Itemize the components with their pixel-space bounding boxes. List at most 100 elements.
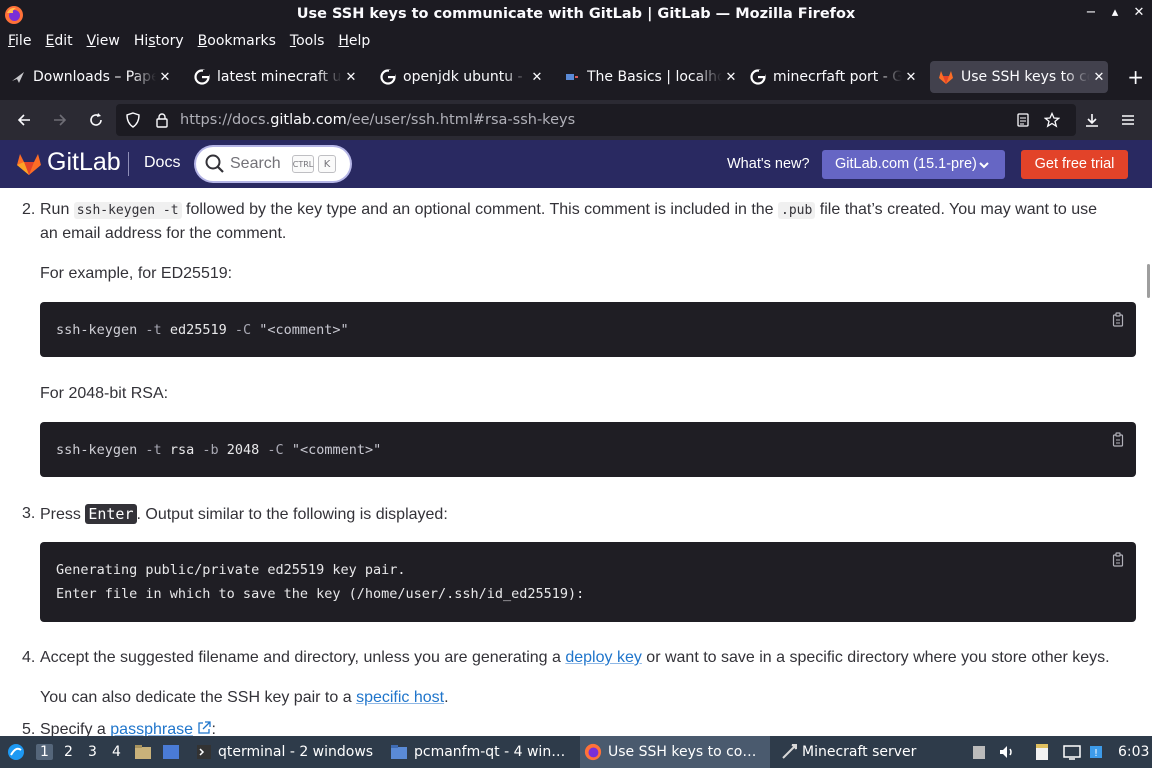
close-tab-icon[interactable]: ✕	[722, 70, 740, 85]
start-menu-button[interactable]	[4, 736, 28, 768]
copy-icon[interactable]	[1112, 552, 1126, 568]
docs-link[interactable]: Docs	[144, 154, 180, 172]
copy-icon[interactable]	[1112, 432, 1126, 448]
menu-history[interactable]: History	[134, 30, 191, 54]
code-line: Enter file in which to save the key (/ho…	[56, 586, 585, 602]
deploy-key-link[interactable]: deploy key	[565, 649, 642, 666]
get-free-trial-button[interactable]: Get free trial	[1021, 150, 1128, 179]
example-ed25519-label: For example, for ED25519:	[40, 265, 233, 282]
code-line: Generating public/private ed25519 key pa…	[56, 562, 406, 578]
close-window-button[interactable]: ✕	[1132, 5, 1146, 20]
scrollbar-thumb[interactable]	[1147, 264, 1150, 298]
close-tab-icon[interactable]: ✕	[1090, 70, 1108, 85]
workspace-4[interactable]: 4	[112, 744, 121, 760]
code-block-ed25519[interactable]: ssh-keygen -t ed25519 -C "<comment>"	[40, 302, 1136, 357]
tab-bar: Downloads – PaperMC ✕ latest minecraft u…	[0, 54, 1152, 100]
kbd-ctrl: CTRL	[292, 155, 314, 173]
taskbar-qterminal[interactable]: qterminal - 2 windows	[192, 736, 380, 768]
gitlab-brand[interactable]: GitLab	[47, 148, 121, 177]
clock[interactable]: 6:03	[1118, 736, 1150, 768]
menu-help[interactable]: Help	[338, 30, 377, 54]
show-desktop-icon[interactable]	[162, 736, 182, 768]
file-manager-launcher-icon[interactable]	[134, 736, 154, 768]
workspace-2[interactable]: 2	[64, 744, 73, 760]
menu-bookmarks[interactable]: Bookmarks	[198, 30, 283, 54]
network-tray-icon[interactable]	[1062, 736, 1084, 768]
step2-text: Run ssh-keygen -t followed by the key ty…	[40, 201, 1097, 219]
tab-label: minecrfaft port - Google	[773, 69, 902, 85]
code-block-output[interactable]: Generating public/private ed25519 key pa…	[40, 542, 1136, 622]
tab-label: Downloads – PaperMC	[33, 69, 156, 85]
copy-icon[interactable]	[1112, 312, 1126, 328]
code-block-rsa[interactable]: ssh-keygen -t rsa -b 2048 -C "<comment>"	[40, 422, 1136, 477]
menu-file[interactable]: File	[8, 30, 38, 54]
tab-papermc-downloads[interactable]: Downloads – PaperMC ✕	[2, 61, 174, 93]
tab-latest-minecraft-update[interactable]: latest minecraft update - Google ✕	[186, 61, 360, 93]
bookmark-star-icon[interactable]	[1043, 111, 1061, 129]
close-tab-icon[interactable]: ✕	[342, 70, 360, 85]
papermc-icon	[10, 69, 26, 85]
tab-minecraft-port[interactable]: minecrfaft port - Google ✕	[742, 61, 920, 93]
workspace-1[interactable]: 1	[36, 744, 53, 760]
tab-use-ssh-keys[interactable]: Use SSH keys to communicate ✕	[930, 61, 1108, 93]
step5-text: Specify a passphrase :	[40, 721, 216, 736]
whats-new-link[interactable]: What's new?	[727, 156, 810, 172]
taskbar-minecraft-server[interactable]: Minecraft server	[776, 736, 926, 768]
header-divider	[128, 152, 129, 176]
step-number: 5.	[22, 721, 36, 736]
tab-openjdk-ubuntu[interactable]: openjdk ubuntu - Google ✕	[372, 61, 546, 93]
taskbar-pcmanfm[interactable]: pcmanfm-qt - 4 windows	[386, 736, 572, 768]
lock-icon[interactable]	[153, 111, 171, 129]
menu-view[interactable]: View	[87, 30, 127, 54]
reload-button[interactable]	[84, 108, 108, 132]
tab-label: The Basics | localhost	[587, 69, 722, 85]
localhost-icon	[564, 69, 580, 85]
reader-view-icon[interactable]	[1014, 111, 1032, 129]
new-tab-button[interactable]: +	[1127, 67, 1144, 87]
url-text[interactable]: https://docs.gitlab.com/ee/user/ssh.html…	[180, 112, 575, 128]
step3-text: Press Enter. Output similar to the follo…	[40, 504, 448, 524]
version-dropdown[interactable]: GitLab.com (15.1-pre)	[822, 150, 1005, 179]
step2-text-line2: an email address for the comment.	[40, 225, 287, 242]
tab-the-basics-localhost[interactable]: The Basics | localhost ✕	[556, 61, 740, 93]
menu-bar: File Edit View History Bookmarks Tools H…	[0, 30, 1152, 54]
docs-search-input[interactable]: Search CTRL K	[196, 147, 350, 181]
notes-tray-icon[interactable]	[1034, 736, 1054, 768]
close-tab-icon[interactable]: ✕	[528, 70, 546, 85]
shield-icon[interactable]	[124, 111, 142, 129]
update-notifier-icon[interactable]: !	[1088, 736, 1106, 768]
window-title: Use SSH keys to communicate with GitLab …	[296, 6, 856, 22]
close-tab-icon[interactable]: ✕	[902, 70, 920, 85]
workspace-3[interactable]: 3	[88, 744, 97, 760]
menu-tools[interactable]: Tools	[290, 30, 332, 54]
download-icon	[1086, 114, 1098, 127]
search-icon	[205, 154, 224, 173]
back-arrow-icon	[17, 114, 30, 126]
back-button[interactable]	[12, 108, 36, 132]
menu-edit[interactable]: Edit	[45, 30, 79, 54]
maximize-button[interactable]: ▴	[1108, 5, 1122, 20]
gitlab-docs-header: GitLab Docs Search CTRL K What's new? Gi…	[0, 140, 1152, 188]
tab-label: latest minecraft update - Google	[217, 69, 342, 85]
inline-code: .pub	[778, 202, 816, 219]
forward-arrow-icon	[54, 114, 67, 126]
minimize-button[interactable]: −	[1084, 5, 1098, 20]
external-link-icon	[198, 721, 212, 734]
passphrase-link[interactable]: passphrase	[110, 721, 193, 736]
google-icon	[380, 69, 396, 85]
gitlab-tanuki-icon[interactable]	[16, 151, 42, 177]
specific-host-link[interactable]: specific host	[356, 689, 444, 706]
chevron-down-icon	[979, 162, 989, 169]
code-line: ssh-keygen -t rsa -b 2048 -C "<comment>"	[56, 442, 382, 458]
downloads-button[interactable]	[1080, 108, 1104, 132]
address-bar[interactable]: https://docs.gitlab.com/ee/user/ssh.html…	[116, 104, 1076, 136]
kbd-k: K	[318, 155, 336, 173]
taskbar-firefox[interactable]: Use SSH keys to communicate with GitLab	[580, 736, 770, 768]
hamburger-menu-icon	[1122, 115, 1134, 125]
forward-button[interactable]	[48, 108, 72, 132]
step4-text: Accept the suggested filename and direct…	[40, 649, 1110, 666]
close-tab-icon[interactable]: ✕	[156, 70, 174, 85]
volume-icon[interactable]	[998, 736, 1018, 768]
app-menu-button[interactable]	[1116, 108, 1140, 132]
clipboard-tray-icon[interactable]	[972, 736, 990, 768]
